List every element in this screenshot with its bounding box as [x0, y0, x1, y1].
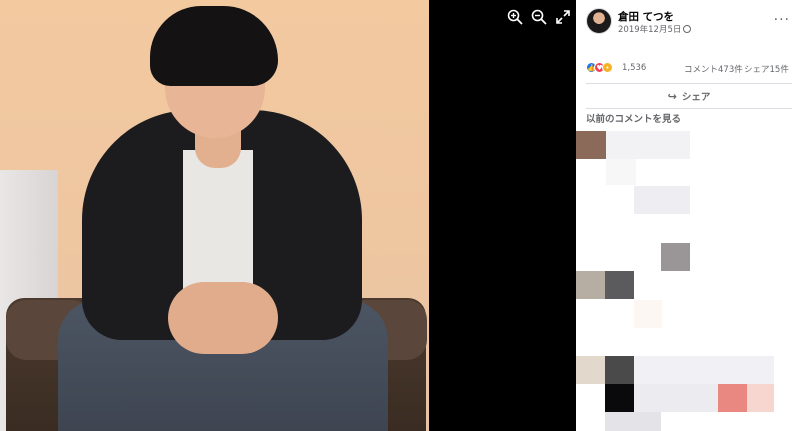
- divider: [586, 83, 792, 84]
- blurred-avatar: [576, 131, 606, 159]
- share-count[interactable]: シェア15件: [744, 63, 789, 75]
- blurred-avatar: [576, 271, 605, 299]
- divider: [586, 108, 792, 109]
- zoom-out-icon[interactable]: [530, 8, 548, 26]
- zoom-in-icon[interactable]: [506, 8, 524, 26]
- viewer-toolbar: [506, 8, 572, 26]
- share-button[interactable]: ↪ シェア: [586, 86, 792, 106]
- photo-hands: [168, 282, 278, 354]
- blurred-avatar: [605, 271, 634, 299]
- blurred-image: [661, 243, 690, 271]
- reaction-count[interactable]: 1,536: [622, 63, 646, 73]
- blurred-comment: [634, 356, 774, 384]
- avatar[interactable]: [586, 8, 612, 34]
- post-date[interactable]: 2019年12月5日: [618, 23, 692, 35]
- blurred-comment: [634, 300, 662, 328]
- more-options-button[interactable]: ···: [774, 12, 790, 28]
- reaction-icons[interactable]: 👍 ♥ •: [586, 62, 613, 73]
- author-name[interactable]: 倉田 てつを: [618, 9, 674, 24]
- comment-count[interactable]: コメント473件: [684, 63, 743, 75]
- fullscreen-icon[interactable]: [554, 8, 572, 26]
- blurred-comment: [634, 186, 690, 214]
- blurred-avatar: [605, 356, 634, 384]
- post-sidebar: 倉田 てつを 2019年12月5日 ··· 👍 ♥ • 1,536 コメント47…: [576, 0, 800, 431]
- view-previous-comments-link[interactable]: 以前のコメントを見る: [586, 111, 681, 125]
- blurred-image: [718, 384, 747, 412]
- photo-hair: [150, 6, 278, 86]
- wow-icon: •: [602, 62, 613, 73]
- post-stats: 👍 ♥ • 1,536 コメント473件 シェア15件: [586, 62, 792, 78]
- blurred-comment: [634, 384, 718, 412]
- share-label: シェア: [681, 92, 711, 103]
- blurred-avatar: [576, 356, 605, 384]
- blurred-image: [605, 384, 634, 412]
- post-date-text[interactable]: 2019年12月5日: [618, 25, 681, 35]
- photo-viewer: [0, 0, 576, 431]
- post-photo[interactable]: [0, 0, 429, 431]
- post-header: 倉田 てつを 2019年12月5日 ···: [586, 8, 792, 38]
- blurred-comment: [606, 159, 636, 185]
- blurred-image: [747, 384, 774, 412]
- photo-shirt: [183, 150, 253, 300]
- blurred-comment: [606, 131, 690, 159]
- share-icon: ↪: [667, 89, 677, 103]
- globe-icon: [683, 25, 692, 33]
- blurred-comment: [605, 412, 661, 431]
